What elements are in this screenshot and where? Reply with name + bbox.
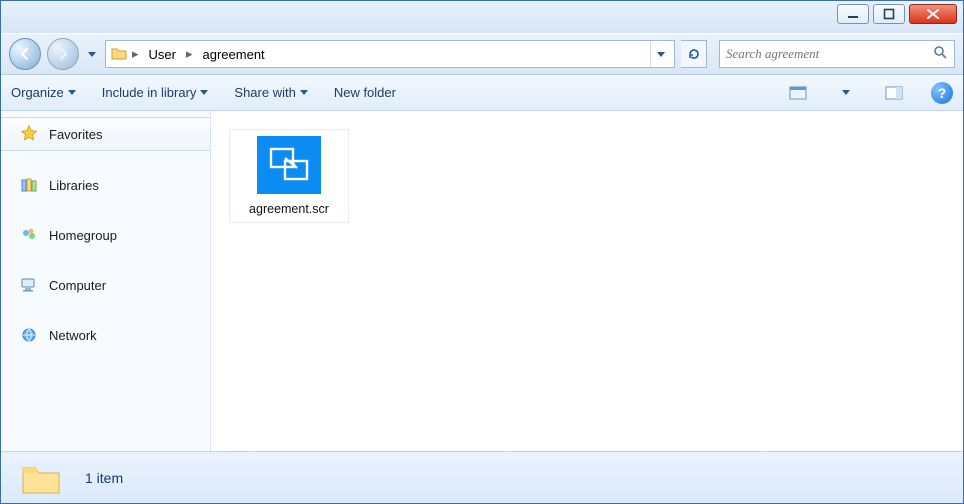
computer-icon xyxy=(19,275,39,295)
navigation-pane: Favorites Libraries Homegroup Computer N… xyxy=(1,111,211,451)
address-dropdown[interactable] xyxy=(650,41,670,67)
screensaver-icon xyxy=(257,136,321,194)
title-bar xyxy=(1,1,963,33)
maximize-button[interactable] xyxy=(873,4,905,24)
breadcrumb-item[interactable]: agreement xyxy=(197,44,271,65)
file-name: agreement.scr xyxy=(249,202,329,216)
sidebar-item-libraries[interactable]: Libraries xyxy=(1,169,210,201)
sidebar-item-label: Favorites xyxy=(49,127,102,142)
sidebar-item-computer[interactable]: Computer xyxy=(1,269,210,301)
file-item[interactable]: agreement.scr xyxy=(229,129,349,223)
address-bar[interactable]: ▸ User ▸ agreement xyxy=(105,40,675,68)
breadcrumb-separator-icon: ▸ xyxy=(184,46,195,62)
help-button[interactable]: ? xyxy=(931,82,953,104)
main-area: Favorites Libraries Homegroup Computer N… xyxy=(1,111,963,451)
share-label: Share with xyxy=(234,85,295,100)
view-options-button[interactable] xyxy=(787,82,809,104)
forward-button[interactable] xyxy=(47,38,79,70)
status-bar: 1 item xyxy=(1,451,963,503)
preview-pane-button[interactable] xyxy=(883,82,905,104)
homegroup-icon xyxy=(19,225,39,245)
breadcrumb-separator-icon: ▸ xyxy=(130,46,141,62)
file-list[interactable]: agreement.scr xyxy=(211,111,963,451)
include-label: Include in library xyxy=(102,85,197,100)
refresh-button[interactable] xyxy=(681,40,707,68)
history-dropdown[interactable] xyxy=(85,38,99,70)
newfolder-label: New folder xyxy=(334,85,396,100)
sidebar-item-label: Network xyxy=(49,328,97,343)
sidebar-item-homegroup[interactable]: Homegroup xyxy=(1,219,210,251)
folder-icon xyxy=(110,45,128,63)
organize-label: Organize xyxy=(11,85,64,100)
sidebar-item-favorites[interactable]: Favorites xyxy=(1,117,210,151)
organize-menu[interactable]: Organize xyxy=(11,85,76,100)
folder-icon xyxy=(19,458,63,498)
view-options-dropdown[interactable] xyxy=(835,82,857,104)
sidebar-item-label: Libraries xyxy=(49,178,99,193)
star-icon xyxy=(19,124,39,144)
network-icon xyxy=(19,325,39,345)
sidebar-item-label: Homegroup xyxy=(49,228,117,243)
sidebar-item-network[interactable]: Network xyxy=(1,319,210,351)
navigation-bar: ▸ User ▸ agreement xyxy=(1,33,963,75)
minimize-button[interactable] xyxy=(837,4,869,24)
back-button[interactable] xyxy=(9,38,41,70)
share-with-menu[interactable]: Share with xyxy=(234,85,307,100)
new-folder-button[interactable]: New folder xyxy=(334,85,396,100)
item-count: 1 item xyxy=(85,470,123,486)
breadcrumb-item[interactable]: User xyxy=(143,44,182,65)
search-box[interactable] xyxy=(719,40,955,68)
libraries-icon xyxy=(19,175,39,195)
sidebar-item-label: Computer xyxy=(49,278,106,293)
search-input[interactable] xyxy=(726,46,933,62)
close-button[interactable] xyxy=(909,4,957,24)
include-in-library-menu[interactable]: Include in library xyxy=(102,85,209,100)
command-bar: Organize Include in library Share with N… xyxy=(1,75,963,111)
search-icon xyxy=(933,45,948,63)
